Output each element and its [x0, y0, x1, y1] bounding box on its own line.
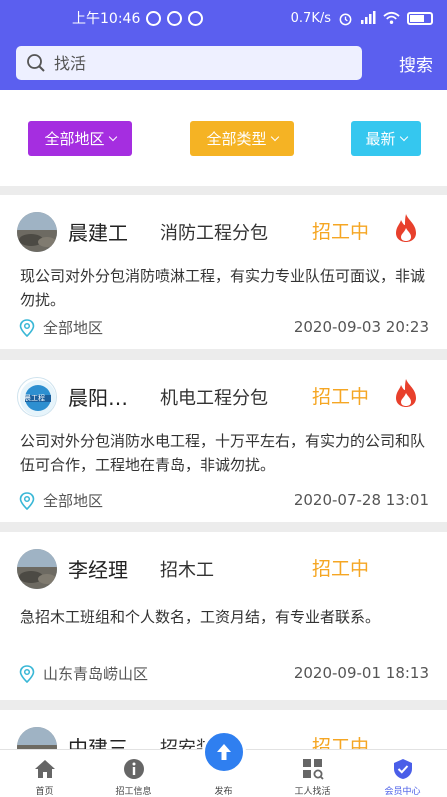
chevron-down-icon [270, 132, 279, 141]
search-input[interactable] [54, 53, 344, 73]
avatar [17, 212, 57, 252]
wifi-icon [383, 11, 400, 24]
location-pin-icon [19, 318, 35, 337]
home-icon [34, 760, 55, 778]
avatar [17, 549, 57, 589]
job-post-card[interactable]: 晨工程 晨阳… 机电工程分包 招工中 公司对外分包消防水电工程，十万平左右，有实… [0, 360, 447, 522]
avatar-text: 晨工程 [24, 394, 45, 402]
post-time: 2020-09-01 18:13 [293, 664, 429, 682]
notification-icon [188, 10, 204, 26]
job-post-card[interactable]: 晨建工 消防工程分包 招工中 现公司对外分包消防喷淋工程，有实力专业队伍可面议，… [0, 195, 447, 349]
filter-bar: 全部地区 全部类型 最新 [0, 90, 447, 186]
type-filter-button[interactable]: 全部类型 [190, 121, 294, 156]
job-type: 机电工程分包 [160, 388, 268, 409]
tab-job-info[interactable]: 招工信息 [89, 750, 178, 797]
worker-search-icon [302, 759, 324, 780]
filter-label: 最新 [365, 130, 396, 148]
fire-icon [396, 379, 416, 407]
region-filter-button[interactable]: 全部地区 [28, 121, 132, 156]
chevron-down-icon [108, 132, 117, 141]
status-badge: 招工中 [312, 736, 370, 750]
location: 全部地区 [19, 317, 103, 338]
location-pin-icon [19, 664, 35, 683]
signal-icon [361, 11, 376, 24]
tab-home[interactable]: 首页 [0, 750, 89, 797]
member-icon [393, 759, 412, 779]
search-button[interactable]: 搜索 [399, 51, 433, 76]
avatar: 晨工程 [17, 377, 57, 417]
notification-icon [167, 10, 183, 26]
tab-label: 招工信息 [115, 787, 152, 797]
status-bar: 上午10:46 0.7K/s [0, 0, 447, 36]
publish-button[interactable] [202, 730, 246, 774]
app-header: 上午10:46 0.7K/s 搜索 [0, 0, 447, 90]
job-post-card[interactable]: 李经理 招木工 招工中 急招木工班组和个人数名，工资月结，有专业者联系。 山东青… [0, 532, 447, 700]
poster-name: 中建三 [68, 736, 128, 750]
sort-filter-button[interactable]: 最新 [351, 121, 421, 156]
avatar [17, 727, 57, 750]
filter-label: 全部地区 [44, 130, 105, 148]
notification-icon [146, 10, 162, 26]
job-description: 急招木工班组和个人数名，工资月结，有专业者联系。 [20, 608, 381, 626]
battery-icon [407, 11, 433, 25]
location: 全部地区 [19, 490, 103, 511]
tab-worker-search[interactable]: 工人找活 [268, 750, 357, 797]
filter-label: 全部类型 [206, 130, 267, 148]
search-icon [27, 54, 45, 72]
location-pin-icon [19, 491, 35, 510]
tab-label: 工人找活 [294, 787, 331, 797]
post-time: 2020-09-03 20:23 [293, 318, 429, 336]
job-description: 公司对外分包消防水电工程，十万平左右，有实力的公司和队伍可合作，工程地在青岛，非… [20, 432, 426, 474]
poster-name: 晨阳… [68, 386, 128, 410]
tab-label: 发布 [214, 787, 233, 797]
job-description: 现公司对外分包消防喷淋工程，有实力专业队伍可面议，非诚勿扰。 [20, 267, 426, 309]
job-type: 消防工程分包 [160, 223, 268, 244]
upload-icon [217, 744, 231, 760]
tab-label: 会员中心 [384, 787, 421, 797]
post-time: 2020-07-28 13:01 [293, 491, 429, 509]
location: 山东青岛崂山区 [19, 663, 148, 684]
fire-icon [396, 214, 416, 242]
job-type: 招木工 [160, 560, 214, 581]
tab-label: 首页 [35, 787, 54, 797]
location-text: 全部地区 [43, 492, 104, 510]
poster-name: 李经理 [68, 558, 128, 582]
location-text: 山东青岛崂山区 [43, 665, 149, 683]
clock: 上午10:46 [72, 11, 141, 27]
status-badge: 招工中 [312, 558, 370, 580]
search-box[interactable] [16, 46, 362, 80]
info-icon [123, 759, 144, 779]
alarm-icon [339, 13, 352, 25]
location-text: 全部地区 [43, 319, 104, 337]
network-speed: 0.7K/s [290, 10, 331, 26]
status-badge: 招工中 [312, 221, 370, 243]
chevron-down-icon [399, 132, 408, 141]
poster-name: 晨建工 [68, 221, 128, 245]
status-badge: 招工中 [312, 386, 370, 408]
tab-member-center[interactable]: 会员中心 [358, 750, 447, 797]
